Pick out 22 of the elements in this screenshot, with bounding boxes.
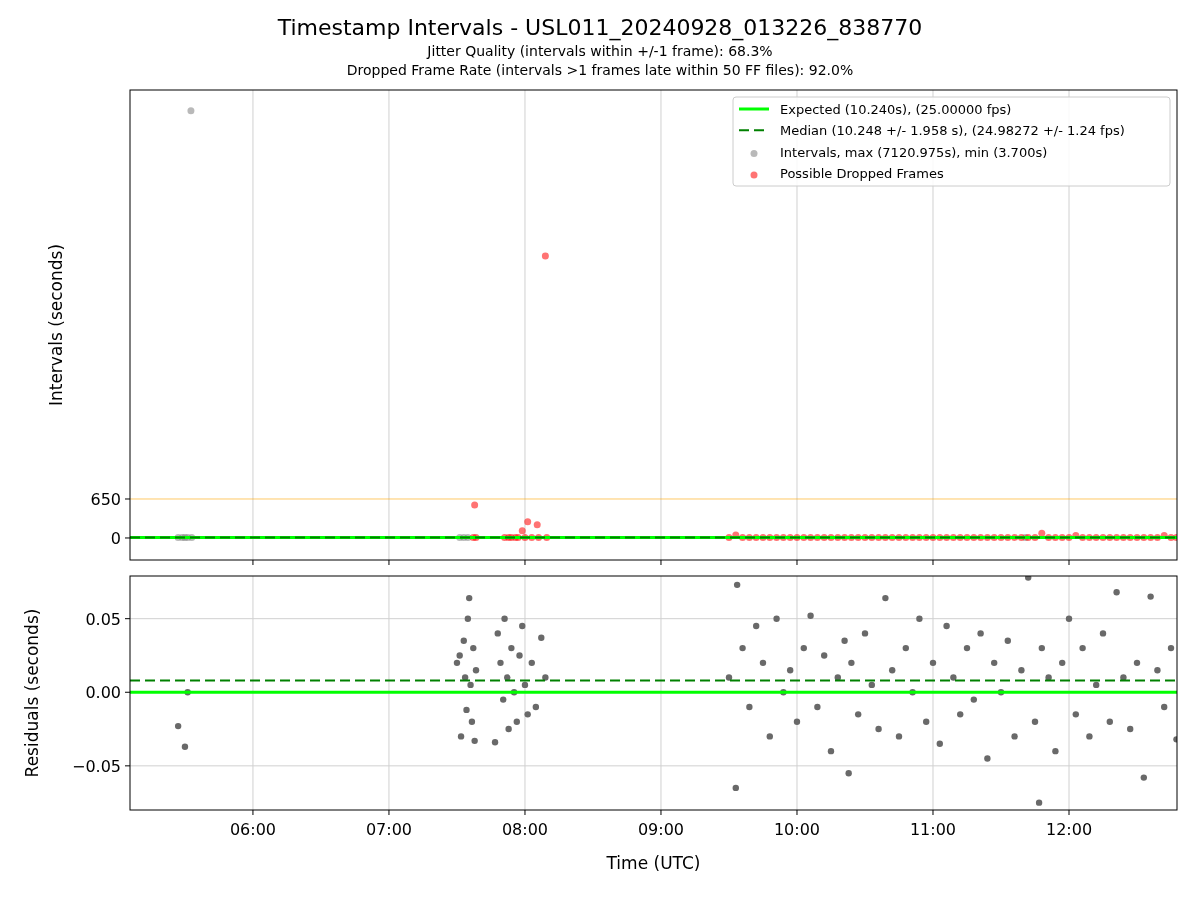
tick-label: 650 [90, 490, 121, 509]
figure-title: Timestamp Intervals - USL011_20240928_013226_838770 [277, 14, 923, 42]
tick-label: −0.05 [71, 756, 121, 776]
tick-label: 12:00 [1045, 820, 1093, 839]
axis-label: Time (UTC) [606, 853, 701, 873]
tick-label: 10:00 [773, 820, 821, 839]
tick-label: 06:00 [229, 820, 276, 839]
tick-label: 11:00 [909, 820, 957, 839]
tick-label: 09:00 [637, 820, 685, 839]
legend-label: Possible Dropped Frames [780, 165, 944, 181]
figure-subtitle: Dropped Frame Rate (intervals >1 frames late within 50 FF files): 92.0% [346, 61, 854, 80]
tick-label: 0.05 [85, 609, 121, 629]
legend-label: Expected (10.240s), (25.00000 fps) [780, 102, 1012, 117]
tick-label: 0 [110, 529, 121, 548]
legend-label: Intervals, max (7120.975s), min (3.700s) [780, 144, 1048, 160]
figure-subtitle: Jitter Quality (intervals within +/-1 frame): 68.3% [427, 42, 773, 61]
legend-label: Median (10.248 +/- 1.958 s), (24.98272 +/- 1.24 fps) [780, 123, 1125, 139]
axis-label: Residuals (seconds) [22, 608, 42, 778]
tick-label: 08:00 [501, 820, 549, 839]
tick-label: 0.00 [85, 683, 121, 703]
tick-label: 07:00 [365, 820, 412, 839]
axis-label: Intervals (seconds) [46, 243, 66, 407]
